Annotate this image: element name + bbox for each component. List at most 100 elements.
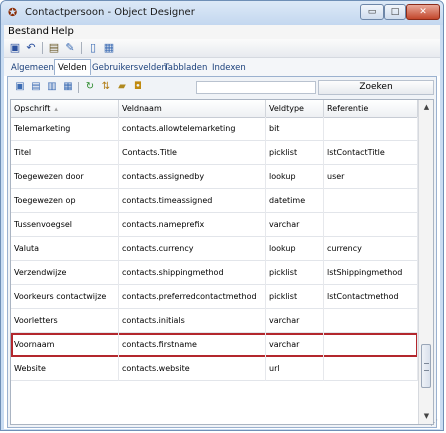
velden-panel: ▣ ▤ ▥ ▦ ↻ ⇅ ▰ ◘ Zoeken Opschrift ▴ Veldna…: [7, 76, 437, 428]
tab-indexen[interactable]: Indexen: [212, 63, 246, 73]
cell-referentie: [324, 117, 418, 141]
cell-opschrift: Toegewezen op: [11, 189, 119, 213]
cell-veldnaam: contacts.website: [119, 357, 266, 381]
menu-bestand[interactable]: Bestand: [8, 26, 49, 37]
cell-veldtype: varchar: [266, 213, 324, 237]
add-field-icon[interactable]: ▤: [29, 80, 43, 94]
cell-veldnaam: contacts.timeassigned: [119, 189, 266, 213]
table-row[interactable]: Voorletters contacts.initials varchar: [11, 309, 418, 333]
cell-veldtype: picklist: [266, 261, 324, 285]
column-header-opschrift[interactable]: Opschrift ▴: [11, 100, 119, 117]
cell-veldtype: picklist: [266, 285, 324, 309]
properties-icon[interactable]: ▤: [47, 41, 61, 54]
cell-referentie: [324, 309, 418, 333]
cell-opschrift: Titel: [11, 141, 119, 165]
cell-veldnaam: contacts.shippingmethod: [119, 261, 266, 285]
column-header-veldtype[interactable]: Veldtype: [266, 100, 324, 117]
save-icon[interactable]: ▣: [8, 41, 22, 54]
cell-referentie: lstShippingmethod: [324, 261, 418, 285]
cell-veldnaam: Contacts.Title: [119, 141, 266, 165]
cell-veldnaam: contacts.initials: [119, 309, 266, 333]
cell-veldtype: url: [266, 357, 324, 381]
tab-gebruikersvelden[interactable]: Gebruikersvelden: [92, 63, 167, 73]
edit-icon[interactable]: ✎: [63, 41, 77, 54]
window-title: Contactpersoon - Object Designer: [25, 7, 195, 18]
toolbar-separator: [42, 42, 43, 54]
title-bar[interactable]: ✪ Contactpersoon - Object Designer ▭ □ ✕: [1, 1, 443, 25]
cell-referentie: user: [324, 165, 418, 189]
minimize-button[interactable]: ▭: [360, 4, 384, 20]
table-row[interactable]: Valuta contacts.currency lookup currency: [11, 237, 418, 261]
cell-veldnaam: contacts.firstname: [119, 333, 266, 357]
layout-icon[interactable]: ▦: [102, 41, 116, 54]
tab-tabbladen[interactable]: Tabbladen: [164, 63, 207, 73]
tab-velden[interactable]: Velden: [54, 59, 91, 75]
scroll-up-icon[interactable]: ▲: [419, 100, 433, 115]
cell-referentie: currency: [324, 237, 418, 261]
cell-opschrift: Tussenvoegsel: [11, 213, 119, 237]
cell-opschrift: Telemarketing: [11, 117, 119, 141]
folder-icon[interactable]: ▰: [115, 80, 129, 94]
tab-algemeen[interactable]: Algemeen: [11, 63, 54, 73]
cell-opschrift: Toegewezen door: [11, 165, 119, 189]
cell-referentie: lstContactTitle: [324, 141, 418, 165]
remove-field-icon[interactable]: ▥: [45, 80, 59, 94]
cell-veldnaam: contacts.currency: [119, 237, 266, 261]
document-icon[interactable]: ▯: [86, 41, 100, 54]
cell-referentie: [324, 357, 418, 381]
toolbar-separator: [78, 82, 79, 93]
table-row[interactable]: Toegewezen door contacts.assignedby look…: [11, 165, 418, 189]
main-toolbar: ▣ ↶ ▤ ✎ ▯ ▦: [4, 39, 440, 58]
close-button[interactable]: ✕: [406, 4, 440, 20]
undo-icon[interactable]: ↶: [24, 41, 38, 54]
table-row[interactable]: Titel Contacts.Title picklist lstContact…: [11, 141, 418, 165]
field-properties-icon[interactable]: ▣: [13, 80, 27, 94]
lock-icon[interactable]: ◘: [131, 80, 145, 94]
cell-veldtype: varchar: [266, 333, 324, 357]
table-header: Opschrift ▴ Veldnaam Veldtype Referentie: [11, 100, 418, 118]
cell-referentie: [324, 189, 418, 213]
cell-opschrift: Voorletters: [11, 309, 119, 333]
table-row[interactable]: Tussenvoegsel contacts.nameprefix varcha…: [11, 213, 418, 237]
application-window: ✪ Contactpersoon - Object Designer ▭ □ ✕…: [0, 0, 444, 431]
scrollbar-thumb[interactable]: [421, 344, 431, 388]
vertical-scrollbar[interactable]: ▲ ▼: [418, 100, 433, 424]
table-row[interactable]: Website contacts.website url: [11, 357, 418, 381]
table-row[interactable]: Toegewezen op contacts.timeassigned date…: [11, 189, 418, 213]
sort-ascending-icon: ▴: [54, 105, 58, 113]
maximize-button[interactable]: □: [384, 4, 406, 20]
menu-bar: Bestand Help: [4, 25, 440, 39]
cell-veldnaam: contacts.nameprefix: [119, 213, 266, 237]
tab-strip: Algemeen Velden Gebruikersvelden Tabblad…: [4, 58, 440, 76]
cell-referentie: lstContactmethod: [324, 285, 418, 309]
cell-veldnaam: contacts.assignedby: [119, 165, 266, 189]
cell-veldnaam: contacts.preferredcontactmethod: [119, 285, 266, 309]
cell-veldnaam: contacts.allowtelemarketing: [119, 117, 266, 141]
resize-grip-icon[interactable]: ⋰: [430, 418, 438, 427]
column-header-referentie[interactable]: Referentie: [324, 100, 418, 117]
toolbar-separator: [81, 42, 82, 54]
cell-opschrift: Valuta: [11, 237, 119, 261]
table-row-selected[interactable]: Voornaam contacts.firstname varchar: [11, 333, 418, 357]
cell-veldtype: varchar: [266, 309, 324, 333]
menu-help[interactable]: Help: [51, 26, 74, 37]
app-icon: ✪: [8, 6, 18, 19]
refresh-icon[interactable]: ↻: [83, 80, 97, 94]
column-header-veldnaam[interactable]: Veldnaam: [119, 100, 266, 117]
cell-opschrift: Voorkeurs contactwijze: [11, 285, 119, 309]
search-button[interactable]: Zoeken: [318, 80, 434, 95]
edit-field-icon[interactable]: ▦: [61, 80, 75, 94]
table-row[interactable]: Verzendwijze contacts.shippingmethod pic…: [11, 261, 418, 285]
fields-table: Opschrift ▴ Veldnaam Veldtype Referentie …: [10, 99, 434, 425]
cell-opschrift: Website: [11, 357, 119, 381]
grip-icon: [424, 363, 429, 371]
column-header-label: Opschrift: [14, 104, 51, 113]
sort-az-icon[interactable]: ⇅: [99, 80, 113, 94]
cell-referentie: [324, 213, 418, 237]
table-row[interactable]: Telemarketing contacts.allowtelemarketin…: [11, 117, 418, 141]
search-input[interactable]: [196, 81, 316, 94]
cell-opschrift: Verzendwijze: [11, 261, 119, 285]
fields-toolbar: ▣ ▤ ▥ ▦ ↻ ⇅ ▰ ◘ Zoeken: [10, 80, 434, 96]
table-row[interactable]: Voorkeurs contactwijze contacts.preferre…: [11, 285, 418, 309]
client-area: Bestand Help ▣ ↶ ▤ ✎ ▯ ▦ Algemeen Velden…: [4, 25, 440, 429]
